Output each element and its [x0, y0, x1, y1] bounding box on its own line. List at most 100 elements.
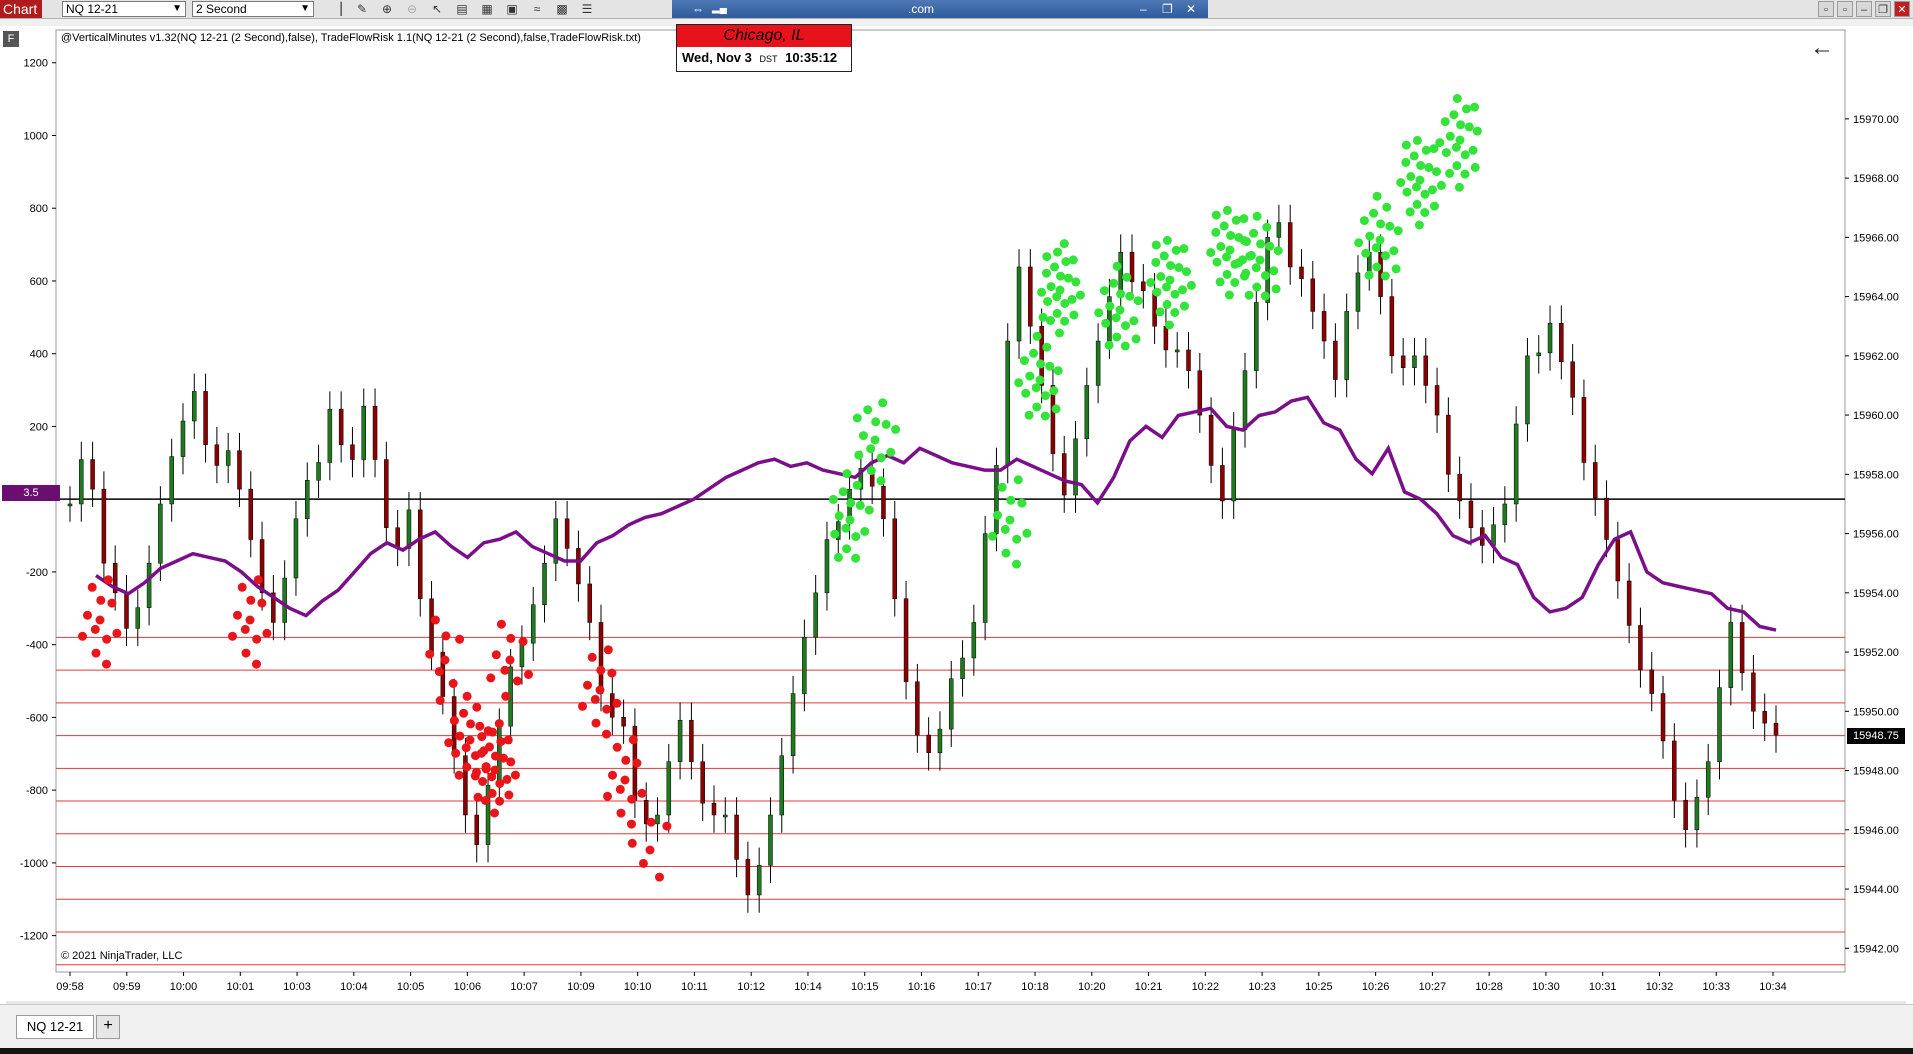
- price-candle: [542, 562, 547, 605]
- buy-dot: [1005, 515, 1015, 525]
- buy-dot: [876, 453, 886, 463]
- buy-dot: [851, 532, 861, 542]
- price-candle: [1276, 222, 1282, 238]
- buy-dot: [1129, 316, 1139, 326]
- buy-dot: [1017, 498, 1027, 508]
- right-axis-label: 15946.00: [1853, 825, 1899, 837]
- sell-dot: [237, 582, 247, 592]
- sell-dot: [583, 680, 592, 690]
- price-candle: [1333, 340, 1338, 380]
- price-candle: [180, 420, 186, 457]
- sell-dot: [620, 775, 630, 785]
- sell-dot: [616, 808, 626, 818]
- buy-dot: [1166, 261, 1176, 270]
- zoom-in-icon[interactable]: ⊕: [380, 2, 394, 16]
- right-axis-label: 15960.00: [1853, 410, 1899, 422]
- price-candle: [1446, 414, 1451, 475]
- buy-dot: [828, 494, 838, 504]
- sell-dot: [107, 598, 117, 608]
- price-candle: [1310, 278, 1316, 312]
- clock-city: Chicago, IL: [677, 25, 851, 47]
- x-axis-label: 10:21: [1135, 981, 1163, 993]
- buy-dot: [1211, 210, 1221, 220]
- buy-dot: [1269, 266, 1279, 276]
- sell-dot: [112, 628, 122, 638]
- price-candle: [677, 719, 683, 762]
- chart-canvas[interactable]: 1200 1000 800 600 400 200 -200 -400 -600 -800 -100…: [0, 26, 1913, 1004]
- close-icon[interactable]: ✕: [1894, 1, 1910, 17]
- buy-dot: [1430, 201, 1439, 211]
- buy-dot: [1372, 191, 1382, 201]
- buy-dot: [1174, 263, 1184, 272]
- back-arrow-icon[interactable]: ←: [1810, 34, 1834, 62]
- instrument-selector[interactable]: NQ 12-21 ▼: [62, 1, 186, 17]
- buy-dot: [1022, 528, 1032, 538]
- buy-dot: [855, 500, 865, 510]
- pointer-icon[interactable]: ↖: [430, 2, 444, 16]
- buy-dot: [1162, 235, 1172, 245]
- price-candle: [587, 583, 592, 623]
- buy-dot: [1244, 290, 1254, 300]
- sell-dot: [627, 819, 636, 829]
- buy-dot: [1006, 495, 1016, 505]
- sell-dot: [462, 762, 472, 772]
- buy-dot: [1068, 255, 1078, 265]
- chevron-down-icon: ▼: [172, 3, 182, 14]
- price-candle: [1739, 622, 1745, 674]
- sell-dot: [262, 628, 272, 638]
- buy-dot: [1116, 289, 1126, 299]
- price-candle: [214, 444, 220, 466]
- chart-window-label[interactable]: Chart: [0, 0, 42, 18]
- indicators-icon[interactable]: ≈: [530, 2, 544, 16]
- add-tab-button[interactable]: +: [96, 1015, 120, 1039]
- buy-dot: [833, 552, 843, 562]
- buy-dot: [866, 466, 876, 476]
- price-candle: [903, 598, 909, 682]
- price-candle: [576, 548, 581, 585]
- x-axis-label: 10:09: [567, 981, 595, 993]
- price-candle: [1468, 500, 1474, 528]
- buy-dot: [1372, 262, 1382, 272]
- chart-trader-icon[interactable]: ▦: [480, 2, 494, 16]
- close-icon[interactable]: ✕: [1186, 0, 1196, 18]
- minimize-icon[interactable]: –: [1856, 1, 1872, 17]
- buy-dot: [1468, 145, 1478, 155]
- bar-type-icon[interactable]: ▕: [330, 2, 344, 16]
- x-axis-label: 10:32: [1646, 981, 1674, 993]
- minimize-icon[interactable]: –: [1140, 0, 1147, 18]
- tile-icon[interactable]: ▫: [1818, 1, 1834, 17]
- strategies-icon[interactable]: ▣: [505, 2, 519, 16]
- sell-dot: [252, 634, 262, 644]
- sell-dot: [241, 648, 251, 658]
- sell-dot: [449, 716, 459, 726]
- buy-dot: [881, 419, 891, 429]
- price-candle: [282, 577, 287, 623]
- data-box-icon[interactable]: ▤: [455, 2, 469, 16]
- price-candle: [1220, 465, 1225, 502]
- sell-dot: [478, 777, 488, 786]
- properties-icon[interactable]: ☰: [580, 2, 594, 16]
- f-button[interactable]: F: [3, 31, 19, 47]
- restore-icon[interactable]: ❐: [1875, 1, 1891, 17]
- restore-icon[interactable]: ❐: [1162, 0, 1173, 18]
- price-candle: [158, 503, 163, 564]
- price-candle: [1705, 761, 1711, 798]
- zoom-out-icon[interactable]: ⊖: [405, 2, 419, 16]
- price-candle: [372, 405, 378, 460]
- x-axis-label: 10:04: [340, 981, 368, 993]
- right-axis-label: 15944.00: [1853, 884, 1899, 896]
- buy-dot: [993, 510, 1002, 520]
- buy-dot: [1025, 371, 1035, 381]
- indicator-value-tag: 3.5: [2, 485, 60, 501]
- draw-pencil-icon[interactable]: ✎: [355, 2, 369, 16]
- tab-nq-12-21[interactable]: NQ 12-21: [16, 1015, 94, 1039]
- copyright: © 2021 NinjaTrader, LLC: [61, 950, 183, 962]
- connection-text: .com: [908, 2, 935, 16]
- chart-panel[interactable]: 1200 1000 800 600 400 200 -200 -400 -600 -800 -100…: [0, 26, 1913, 1004]
- interval-selector[interactable]: 2 Second ▼: [192, 1, 314, 17]
- sell-dot: [454, 770, 464, 780]
- tile-icon[interactable]: ▫: [1837, 1, 1853, 17]
- templates-icon[interactable]: ▩: [555, 2, 569, 16]
- price-candle: [146, 562, 152, 608]
- right-axis-label: 15970.00: [1853, 114, 1899, 126]
